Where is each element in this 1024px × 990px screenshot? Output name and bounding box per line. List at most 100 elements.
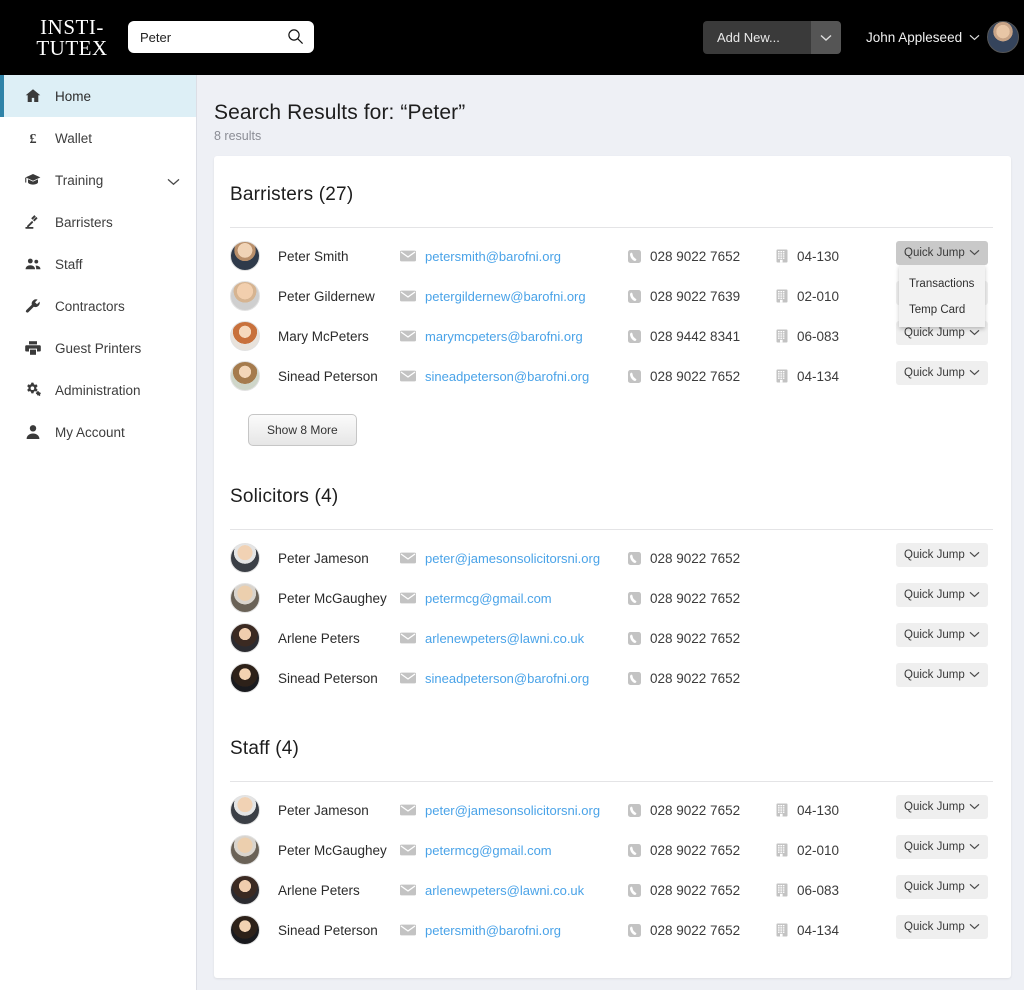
email-cell[interactable]: petersmith@barofni.org [400, 923, 628, 938]
email-cell[interactable]: peter@jamesonsolicitorsni.org [400, 803, 628, 818]
email-link[interactable]: sineadpeterson@barofni.org [425, 369, 589, 384]
phone-icon [628, 843, 641, 857]
person-name: Arlene Peters [278, 882, 360, 898]
avatar[interactable] [987, 21, 1020, 53]
quick-jump-dropdown[interactable]: Quick Jump [896, 543, 988, 567]
table-row[interactable]: Peter Smith petersmith@barofni.org 028 902… [230, 236, 993, 327]
email-cell[interactable]: marymcpeters@barofni.org [400, 329, 628, 344]
chevron-down-icon[interactable] [969, 327, 980, 339]
sidebar-item-home[interactable]: Home [0, 75, 196, 117]
email-cell[interactable]: petermcg@gmail.com [400, 843, 628, 858]
email-cell[interactable]: arlenewpeters@lawni.co.uk [400, 883, 628, 898]
sidebar-item-guest-printers[interactable]: Guest Printers [0, 327, 196, 369]
table-row[interactable]: Sinead Peterson petersmith@barofni.org 028… [230, 910, 993, 950]
add-new-label[interactable]: Add New... [703, 21, 811, 54]
chevron-down-icon[interactable] [969, 801, 980, 813]
wrench-icon [22, 298, 44, 314]
email-link[interactable]: peter@jamesonsolicitorsni.org [425, 551, 600, 566]
table-row[interactable]: Peter Gildernew petergildernew@barofni.or… [230, 276, 993, 316]
add-new-button[interactable]: Add New... [703, 21, 841, 54]
avatar [230, 241, 260, 271]
user-menu[interactable]: John Appleseed [866, 21, 1020, 53]
email-cell[interactable]: petersmith@barofni.org [400, 249, 628, 264]
phone-number: 028 9022 7652 [650, 368, 741, 384]
table-row[interactable]: Arlene Peters arlenewpeters@lawni.co.uk 02… [230, 870, 993, 910]
email-cell[interactable]: sineadpeterson@barofni.org [400, 671, 628, 686]
search-icon[interactable] [287, 28, 304, 45]
app-logo[interactable]: INSTI- TUTEX [14, 16, 130, 59]
email-link[interactable]: peter@jamesonsolicitorsni.org [425, 803, 600, 818]
person-name: Peter Jameson [278, 802, 369, 818]
table-row[interactable]: Sinead Peterson sineadpeterson@barofni.or… [230, 356, 993, 396]
phone-icon [628, 803, 641, 817]
quick-jump-dropdown[interactable]: Quick Jump [896, 835, 988, 859]
email-cell[interactable]: peter@jamesonsolicitorsni.org [400, 551, 628, 566]
email-link[interactable]: petermcg@gmail.com [425, 843, 552, 858]
chevron-down-icon[interactable] [969, 549, 980, 561]
chevron-down-icon[interactable] [969, 28, 980, 46]
chevron-down-icon[interactable] [969, 669, 980, 681]
table-row[interactable]: Peter McGaughey petermcg@gmail.com 028 902… [230, 578, 993, 618]
email-link[interactable]: arlenewpeters@lawni.co.uk [425, 631, 584, 646]
email-cell[interactable]: petergildernew@barofni.org [400, 289, 628, 304]
chevron-down-icon[interactable] [969, 921, 980, 933]
sidebar-item-administration[interactable]: Administration [0, 369, 196, 411]
avatar [230, 915, 260, 945]
show-more-button[interactable]: Show 8 More [248, 414, 357, 446]
search-input[interactable] [140, 21, 270, 53]
email-cell[interactable]: arlenewpeters@lawni.co.uk [400, 631, 628, 646]
room-number: 06-083 [797, 328, 840, 344]
svg-text:£: £ [30, 132, 37, 146]
sidebar-item-wallet[interactable]: £ Wallet [0, 117, 196, 159]
email-link[interactable]: petersmith@barofni.org [425, 923, 561, 938]
table-row[interactable]: Sinead Peterson sineadpeterson@barofni.or… [230, 658, 993, 698]
quick-jump-dropdown[interactable]: Quick Jump [896, 583, 988, 607]
chevron-down-icon[interactable] [811, 21, 841, 54]
sidebar-item-staff[interactable]: Staff [0, 243, 196, 285]
avatar-cell [230, 663, 278, 693]
chevron-down-icon[interactable] [969, 881, 980, 893]
phone-icon [628, 369, 641, 383]
sidebar-item-label: Training [55, 172, 104, 188]
section-divider [230, 227, 993, 228]
quick-jump-label: Quick Jump [904, 367, 965, 379]
chevron-down-icon[interactable] [969, 367, 980, 379]
sidebar-item-training[interactable]: Training [0, 159, 196, 201]
quick-jump-dropdown[interactable]: Quick Jump [896, 915, 988, 939]
sidebar-item-barristers[interactable]: Barristers [0, 201, 196, 243]
email-link[interactable]: arlenewpeters@lawni.co.uk [425, 883, 584, 898]
sidebar-item-contractors[interactable]: Contractors [0, 285, 196, 327]
quick-jump-dropdown[interactable]: Quick Jump [896, 875, 988, 899]
avatar [230, 663, 260, 693]
table-row[interactable]: Peter Jameson peter@jamesonsolicitorsni.o… [230, 538, 993, 578]
menu-item-transactions[interactable]: Transactions [899, 271, 985, 297]
sidebar-item-my-account[interactable]: My Account [0, 411, 196, 453]
chevron-down-icon[interactable] [969, 589, 980, 601]
quick-jump-dropdown[interactable]: Quick Jump [896, 623, 988, 647]
sidebar-item-label: Barristers [55, 214, 113, 230]
search-box[interactable] [128, 21, 314, 53]
table-row[interactable]: Peter Jameson peter@jamesonsolicitorsni.o… [230, 790, 993, 830]
quick-jump-dropdown[interactable]: Quick Jump [896, 361, 988, 385]
sidebar-item-label: Home [55, 88, 92, 104]
table-row[interactable]: Peter McGaughey petermcg@gmail.com 028 902… [230, 830, 993, 870]
email-cell[interactable]: petermcg@gmail.com [400, 591, 628, 606]
table-row[interactable]: Mary McPeters marymcpeters@barofni.org 028… [230, 316, 993, 356]
email-link[interactable]: marymcpeters@barofni.org [425, 329, 583, 344]
quick-jump-dropdown[interactable]: Quick Jump [896, 795, 988, 819]
menu-item-temp-card[interactable]: Temp Card [899, 297, 985, 323]
chevron-down-icon[interactable] [167, 174, 180, 189]
chevron-down-icon[interactable] [969, 629, 980, 641]
quick-jump-dropdown[interactable]: Quick Jump [896, 241, 988, 265]
chevron-down-icon[interactable] [969, 247, 980, 259]
email-link[interactable]: petermcg@gmail.com [425, 591, 552, 606]
sidebar: Home £ Wallet Training Barristers Staff Contra… [0, 75, 197, 990]
building-icon [776, 923, 788, 937]
chevron-down-icon[interactable] [969, 841, 980, 853]
quick-jump-dropdown[interactable]: Quick Jump [896, 663, 988, 687]
email-link[interactable]: petersmith@barofni.org [425, 249, 561, 264]
email-link[interactable]: petergildernew@barofni.org [425, 289, 586, 304]
email-cell[interactable]: sineadpeterson@barofni.org [400, 369, 628, 384]
table-row[interactable]: Arlene Peters arlenewpeters@lawni.co.uk 02… [230, 618, 993, 658]
email-link[interactable]: sineadpeterson@barofni.org [425, 671, 589, 686]
